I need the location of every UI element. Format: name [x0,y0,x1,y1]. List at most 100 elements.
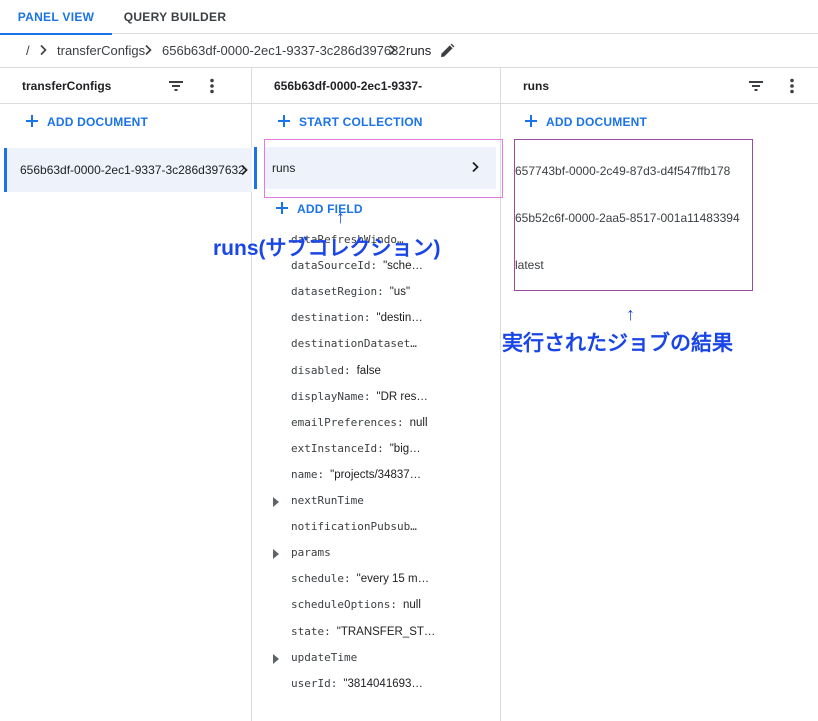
field-row: name: "projects/34837… [252,468,501,486]
breadcrumb-root[interactable]: / [26,43,30,58]
field-value: false [356,365,381,377]
annotation-box-runs [264,139,503,198]
panel-title: 656b63df-0000-2ec1-9337- [274,79,423,93]
field-entry: updateTime [291,651,363,664]
start-collection-label: START COLLECTION [299,115,423,129]
field-entry: state: "TRANSFER_ST… [291,625,435,638]
field-row: notificationPubsub… [252,520,501,538]
field-value: "us" [389,286,411,298]
field-key: notificationPubsub… [291,520,417,533]
chevron-right-icon [387,44,397,56]
expand-arrow-icon[interactable] [272,497,280,507]
field-row: datasetRegion: "us" [252,285,501,303]
field-entry: datasetRegion: "us" [291,285,410,298]
filter-icon[interactable] [166,76,186,96]
field-row[interactable]: params [252,546,501,564]
field-row: destinationDataset… [252,337,501,355]
tab-query-builder[interactable]: QUERY BUILDER [112,0,238,34]
field-row: scheduleOptions: null [252,598,501,616]
more-vert-icon[interactable] [202,76,222,96]
field-row: disabled: false [252,364,501,382]
field-entry: extInstanceId: "big… [291,442,421,455]
field-value: null [409,417,428,429]
field-key: updateTime [291,651,358,664]
field-row: userId: "3814041693… [252,677,501,695]
tab-bar: PANEL VIEW QUERY BUILDER [0,0,818,35]
plus-icon [524,114,538,128]
plus-icon [275,201,289,215]
breadcrumb-transferconfigs[interactable]: transferConfigs [57,43,145,58]
field-key: displayName: [291,390,371,403]
field-row: schedule: "every 15 m… [252,572,501,590]
field-entry: scheduleOptions: null [291,598,421,611]
field-row: displayName: "DR res… [252,390,501,408]
breadcrumb: / transferConfigs 656b63df-0000-2ec1-933… [0,34,818,68]
chevron-right-icon [239,163,249,181]
field-row[interactable]: updateTime [252,651,501,669]
selection-indicator [254,147,257,189]
field-entry: schedule: "every 15 m… [291,572,429,585]
field-entry: params [291,546,337,559]
add-field-label: ADD FIELD [297,202,363,216]
field-value: "DR res… [376,391,428,403]
field-row: destination: "destin… [252,311,501,329]
field-value: "destin… [376,312,423,324]
plus-icon [25,114,39,128]
field-row: state: "TRANSFER_ST… [252,625,501,643]
field-value: "projects/34837… [330,469,422,481]
more-vert-icon[interactable] [782,76,802,96]
annotation-box-results [514,139,753,291]
field-entry: notificationPubsub… [291,520,423,533]
field-entry: name: "projects/34837… [291,468,421,481]
field-entry: destinationDataset… [291,337,423,350]
plus-icon [277,114,291,128]
annotation-results: 実行されたジョブの結果 [502,332,733,355]
chevron-right-icon [143,44,153,56]
field-key: state: [291,625,331,638]
tab-panel-view[interactable]: PANEL VIEW [0,0,112,35]
field-key: name: [291,468,325,481]
filter-icon[interactable] [746,76,766,96]
field-entry: disabled: false [291,364,381,377]
field-key: disabled: [291,364,351,377]
field-key: schedule: [291,572,351,585]
document-item[interactable]: 656b63df-0000-2ec1-9337-3c286d397632 [4,148,252,192]
field-entry: displayName: "DR res… [291,390,428,403]
field-row: extInstanceId: "big… [252,442,501,460]
field-value: "every 15 m… [356,573,430,585]
field-key: destination: [291,311,371,324]
annotation-subcollection: runs(サブコレクション) [213,237,441,260]
field-key: destinationDataset… [291,337,417,350]
chevron-right-icon [38,44,48,56]
panel-header: transferConfigs [0,68,251,104]
panel-header: runs [501,68,818,104]
breadcrumb-runs[interactable]: runs [406,43,431,58]
edit-pencil-icon[interactable] [438,42,456,60]
panel-header: 656b63df-0000-2ec1-9337- [252,68,500,104]
annotation-arrow: ↑ [336,207,345,227]
field-entry: destination: "destin… [291,311,423,324]
field-key: emailPreferences: [291,416,404,429]
field-key: params [291,546,331,559]
add-document-label: ADD DOCUMENT [546,115,648,129]
field-key: extInstanceId: [291,442,384,455]
field-row: emailPreferences: null [252,416,501,434]
breadcrumb-document-id[interactable]: 656b63df-0000-2ec1-9337-3c286d397632 [162,43,406,58]
expand-arrow-icon[interactable] [272,654,280,664]
field-entry: emailPreferences: null [291,416,428,429]
field-entry: userId: "3814041693… [291,677,423,690]
field-value: "TRANSFER_ST… [336,626,436,638]
field-key: userId: [291,677,338,690]
field-value: "big… [389,443,421,455]
field-row[interactable]: nextRunTime [252,494,501,512]
annotation-arrow: ↑ [626,304,635,324]
field-key: datasetRegion: [291,285,384,298]
panel-transferconfigs: transferConfigs ADD DOCUMENT 656b63df-00… [0,68,252,721]
field-key: nextRunTime [291,494,364,507]
document-id: 656b63df-0000-2ec1-9337-3c286d397632 [20,163,245,177]
panel-title: transferConfigs [22,79,112,93]
field-entry: nextRunTime [291,494,370,507]
field-value: "3814041693… [343,678,423,690]
expand-arrow-icon[interactable] [272,549,280,559]
field-value: null [402,599,421,611]
